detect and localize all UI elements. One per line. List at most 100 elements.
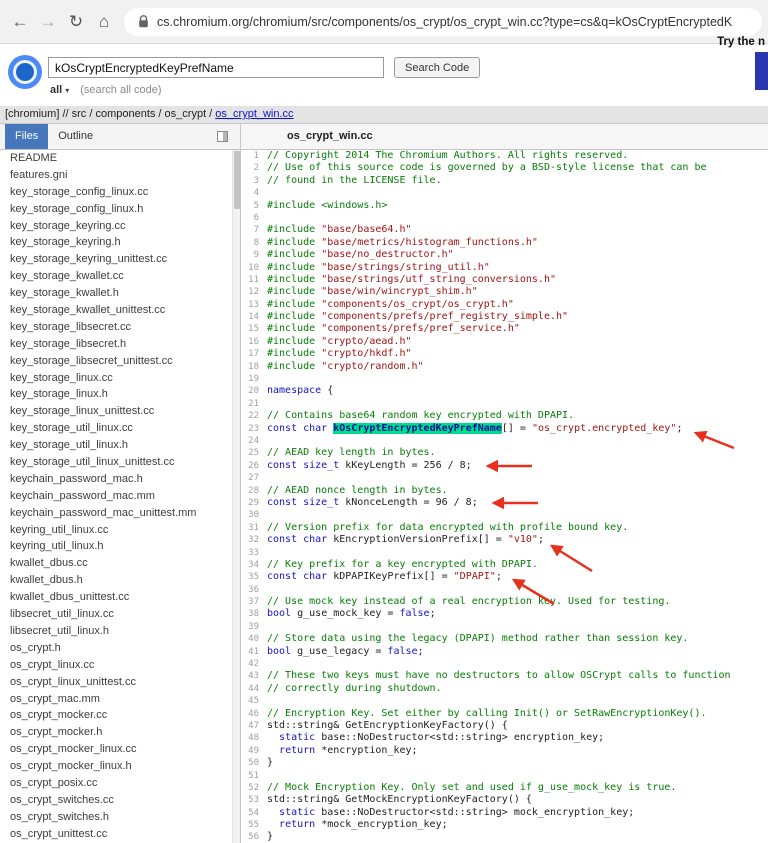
line-number[interactable]: 5 bbox=[241, 200, 267, 212]
line-number[interactable]: 36 bbox=[241, 584, 267, 596]
line-number[interactable]: 28 bbox=[241, 485, 267, 497]
line-number[interactable]: 39 bbox=[241, 621, 267, 633]
file-list-item[interactable]: keychain_password_mac.h bbox=[0, 471, 232, 488]
search-input[interactable] bbox=[48, 57, 384, 78]
line-number[interactable]: 55 bbox=[241, 819, 267, 831]
line-number[interactable]: 26 bbox=[241, 460, 267, 472]
file-list-item[interactable]: key_storage_util_linux.cc bbox=[0, 420, 232, 437]
line-number[interactable]: 41 bbox=[241, 646, 267, 658]
file-list-item[interactable]: key_storage_linux_unittest.cc bbox=[0, 403, 232, 420]
scope-dropdown[interactable]: all bbox=[50, 84, 62, 96]
file-list-item[interactable]: kwallet_dbus_unittest.cc bbox=[0, 589, 232, 606]
line-number[interactable]: 11 bbox=[241, 274, 267, 286]
line-number[interactable]: 45 bbox=[241, 695, 267, 707]
line-number[interactable]: 35 bbox=[241, 571, 267, 583]
line-number[interactable]: 7 bbox=[241, 224, 267, 236]
sidebar-scrollbar-thumb[interactable] bbox=[233, 151, 240, 209]
panel-toggle-icon[interactable] bbox=[217, 131, 228, 142]
line-number[interactable]: 17 bbox=[241, 348, 267, 360]
line-number[interactable]: 27 bbox=[241, 472, 267, 484]
line-number[interactable]: 18 bbox=[241, 361, 267, 373]
file-list-item[interactable]: key_storage_libsecret.h bbox=[0, 336, 232, 353]
file-list-item[interactable]: os_crypt_posix.cc bbox=[0, 775, 232, 792]
file-list-item[interactable]: os_crypt_mocker.cc bbox=[0, 707, 232, 724]
file-list-item[interactable]: key_storage_linux.cc bbox=[0, 370, 232, 387]
file-list-item[interactable]: keychain_password_mac.mm bbox=[0, 488, 232, 505]
tab-files[interactable]: Files bbox=[5, 124, 49, 149]
line-number[interactable]: 19 bbox=[241, 373, 267, 385]
breadcrumb-file-link[interactable]: os_crypt_win.cc bbox=[215, 108, 293, 120]
file-list-item[interactable]: features.gni bbox=[0, 167, 232, 184]
line-number[interactable]: 44 bbox=[241, 683, 267, 695]
refresh-icon[interactable]: ↻ bbox=[62, 12, 90, 32]
line-number[interactable]: 34 bbox=[241, 559, 267, 571]
line-number[interactable]: 24 bbox=[241, 435, 267, 447]
file-list-item[interactable]: os_crypt_unittest.cc bbox=[0, 826, 232, 843]
file-list-item[interactable]: key_storage_util_linux_unittest.cc bbox=[0, 454, 232, 471]
file-list-item[interactable]: key_storage_kwallet.h bbox=[0, 285, 232, 302]
line-number[interactable]: 8 bbox=[241, 237, 267, 249]
line-number[interactable]: 53 bbox=[241, 794, 267, 806]
line-number[interactable]: 54 bbox=[241, 807, 267, 819]
file-list-item[interactable]: os_crypt_mocker.h bbox=[0, 724, 232, 741]
line-number[interactable]: 31 bbox=[241, 522, 267, 534]
search-code-button[interactable]: Search Code bbox=[394, 57, 481, 78]
forward-icon[interactable]: → bbox=[34, 12, 62, 32]
line-number[interactable]: 30 bbox=[241, 509, 267, 521]
file-list-item[interactable]: key_storage_config_linux.cc bbox=[0, 184, 232, 201]
file-list-item[interactable]: key_storage_kwallet.cc bbox=[0, 268, 232, 285]
line-number[interactable]: 32 bbox=[241, 534, 267, 546]
file-list-item[interactable]: libsecret_util_linux.cc bbox=[0, 606, 232, 623]
file-list-item[interactable]: key_storage_keyring.cc bbox=[0, 218, 232, 235]
file-list-item[interactable]: key_storage_linux.h bbox=[0, 386, 232, 403]
line-number[interactable]: 12 bbox=[241, 286, 267, 298]
line-number[interactable]: 51 bbox=[241, 770, 267, 782]
line-number[interactable]: 15 bbox=[241, 323, 267, 335]
line-number[interactable]: 47 bbox=[241, 720, 267, 732]
line-number[interactable]: 13 bbox=[241, 299, 267, 311]
line-number[interactable]: 33 bbox=[241, 547, 267, 559]
file-list-item[interactable]: README bbox=[0, 150, 232, 167]
file-list-item[interactable]: keyring_util_linux.h bbox=[0, 538, 232, 555]
line-number[interactable]: 25 bbox=[241, 447, 267, 459]
line-number[interactable]: 48 bbox=[241, 732, 267, 744]
line-number[interactable]: 42 bbox=[241, 658, 267, 670]
file-list-item[interactable]: key_storage_libsecret.cc bbox=[0, 319, 232, 336]
line-number[interactable]: 43 bbox=[241, 670, 267, 682]
file-list-item[interactable]: key_storage_keyring_unittest.cc bbox=[0, 251, 232, 268]
line-number[interactable]: 40 bbox=[241, 633, 267, 645]
promo-banner-text[interactable]: Try the n bbox=[717, 36, 765, 48]
line-number[interactable]: 37 bbox=[241, 596, 267, 608]
file-list-item[interactable]: os_crypt_switches.h bbox=[0, 809, 232, 826]
line-number[interactable]: 21 bbox=[241, 398, 267, 410]
line-number[interactable]: 3 bbox=[241, 175, 267, 187]
line-number[interactable]: 14 bbox=[241, 311, 267, 323]
line-number[interactable]: 6 bbox=[241, 212, 267, 224]
file-list-item[interactable]: key_storage_kwallet_unittest.cc bbox=[0, 302, 232, 319]
file-list-item[interactable]: key_storage_util_linux.h bbox=[0, 437, 232, 454]
file-list-item[interactable]: kwallet_dbus.h bbox=[0, 572, 232, 589]
file-list-item[interactable]: os_crypt_switches.cc bbox=[0, 792, 232, 809]
sidebar-scrollbar[interactable] bbox=[232, 150, 240, 843]
line-number[interactable]: 56 bbox=[241, 831, 267, 843]
line-number[interactable]: 50 bbox=[241, 757, 267, 769]
file-list-item[interactable]: os_crypt_mac.mm bbox=[0, 691, 232, 708]
line-number[interactable]: 1 bbox=[241, 150, 267, 162]
back-icon[interactable]: ← bbox=[6, 12, 34, 32]
address-bar[interactable]: cs.chromium.org/chromium/src/components/… bbox=[124, 7, 762, 36]
line-number[interactable]: 29 bbox=[241, 497, 267, 509]
tab-outline[interactable]: Outline bbox=[48, 124, 103, 149]
file-list-item[interactable]: keyring_util_linux.cc bbox=[0, 522, 232, 539]
chevron-down-icon[interactable]: ▾ bbox=[65, 86, 69, 95]
chromium-logo-icon[interactable] bbox=[8, 55, 42, 89]
file-list-item[interactable]: os_crypt.h bbox=[0, 640, 232, 657]
file-list-item[interactable]: key_storage_keyring.h bbox=[0, 234, 232, 251]
file-list-item[interactable]: libsecret_util_linux.h bbox=[0, 623, 232, 640]
line-number[interactable]: 52 bbox=[241, 782, 267, 794]
line-number[interactable]: 10 bbox=[241, 262, 267, 274]
file-list-item[interactable]: keychain_password_mac_unittest.mm bbox=[0, 505, 232, 522]
line-number[interactable]: 23 bbox=[241, 423, 267, 435]
home-icon[interactable]: ⌂ bbox=[90, 12, 118, 32]
file-list-item[interactable]: key_storage_libsecret_unittest.cc bbox=[0, 353, 232, 370]
line-number[interactable]: 49 bbox=[241, 745, 267, 757]
